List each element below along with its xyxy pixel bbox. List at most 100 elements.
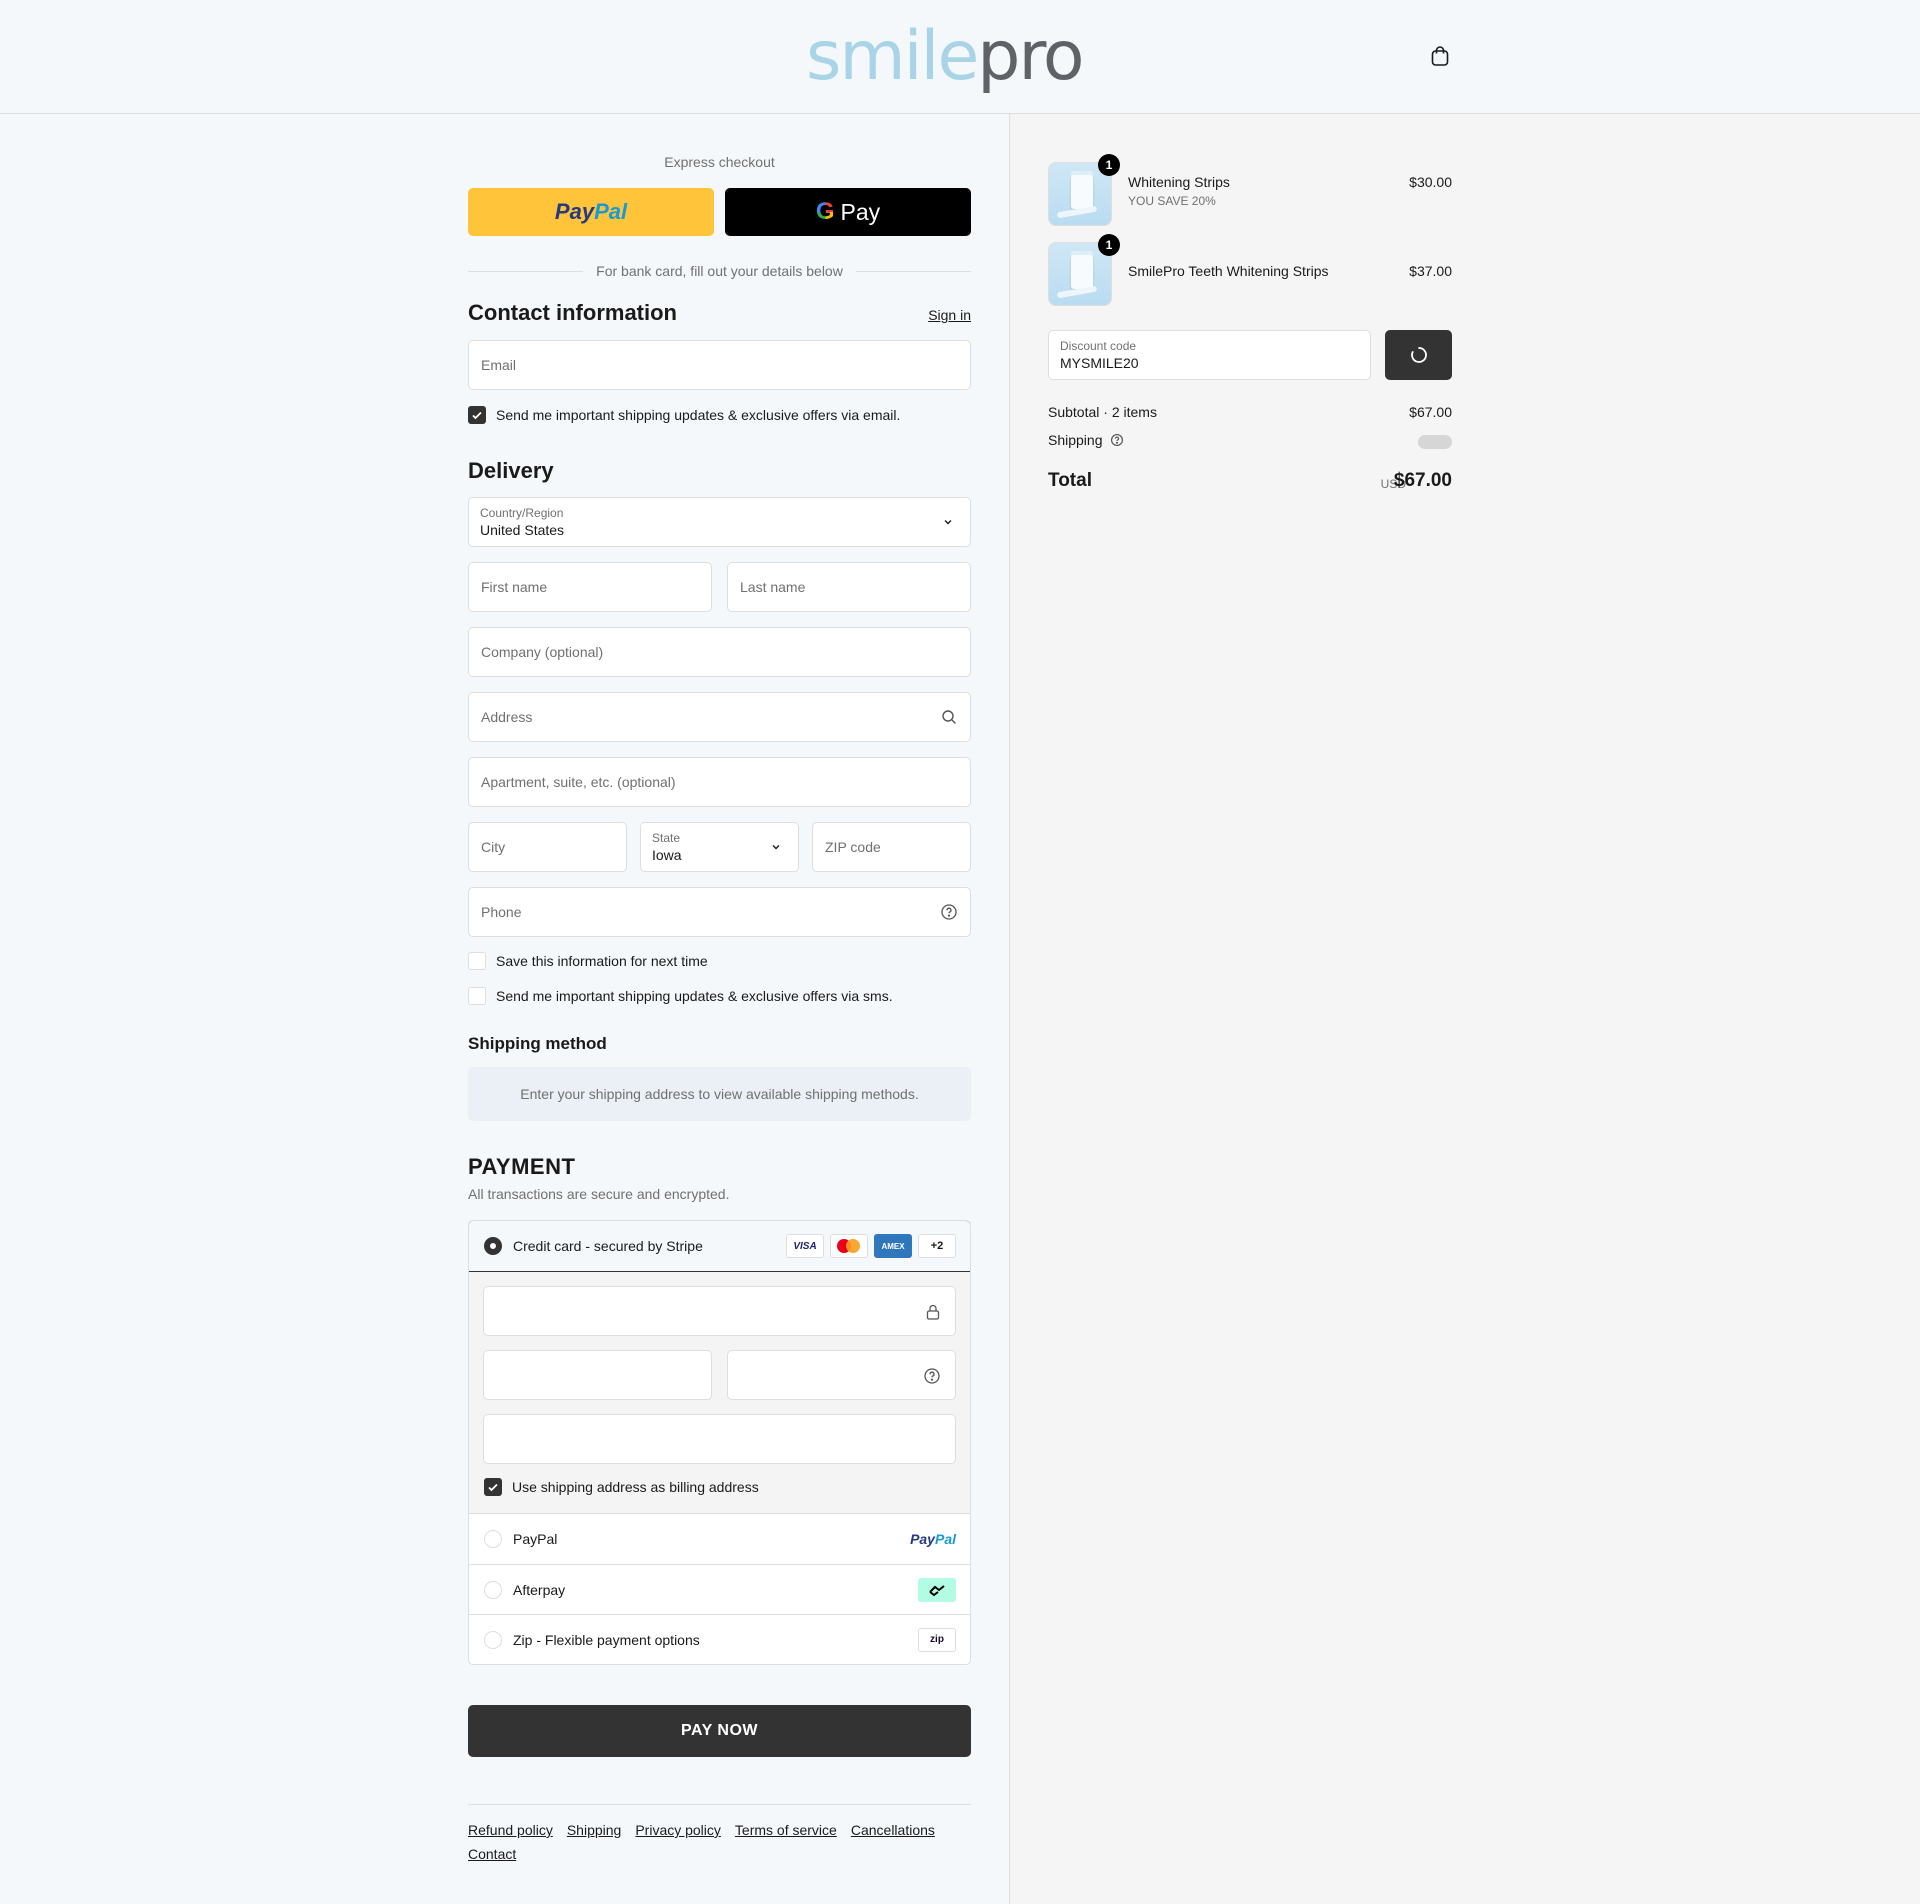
email-field[interactable]: Email [468,340,971,390]
email-optin-checkbox[interactable] [468,406,486,424]
credit-card-option[interactable]: Credit card - secured by Stripe VISA AME… [469,1221,970,1272]
shipping-loading-placeholder [1418,435,1452,449]
discount-value: MYSMILE20 [1060,355,1139,371]
order-item: 1 Whitening Strips YOU SAVE 20% $30.00 [1048,154,1452,226]
visa-icon: VISA [786,1234,824,1258]
state-select[interactable]: State Iowa [640,822,799,872]
item-price: $37.00 [1409,263,1452,279]
total-row: Total USD $67.00 [1048,470,1452,496]
sms-optin-checkbox[interactable] [468,987,486,1005]
paypal-option[interactable]: PayPal PayPal [469,1514,970,1564]
country-value: United States [480,522,565,538]
paypal-express-button[interactable]: Pay Pal [468,188,714,236]
contact-link[interactable]: Contact [468,1846,516,1862]
payment-heading: PAYMENT [468,1154,576,1179]
billing-same-label: Use shipping address as billing address [512,1479,759,1495]
payment-methods: Credit card - secured by Stripe VISA AME… [468,1220,971,1665]
sms-optin-row[interactable]: Send me important shipping updates & exc… [468,987,893,1005]
subtotal-value: $67.00 [1409,404,1452,420]
apartment-placeholder: Apartment, suite, etc. (optional) [481,774,676,790]
save-info-label: Save this information for next time [496,953,708,969]
card-number-field[interactable] [483,1286,956,1336]
help-circle-icon[interactable] [1110,433,1124,447]
payment-subtitle: All transactions are secure and encrypte… [468,1186,730,1202]
card-badges: VISA AMEX +2 [786,1234,956,1258]
paypal-radio[interactable] [484,1530,502,1548]
express-checkout-label: Express checkout [664,154,775,170]
cancellations-link[interactable]: Cancellations [851,1822,935,1838]
privacy-policy-link[interactable]: Privacy policy [635,1822,721,1838]
zip-option-label: Zip - Flexible payment options [513,1631,700,1648]
item-name: Whitening Strips [1128,174,1230,190]
paypal-option-label: PayPal [513,1531,558,1547]
credit-card-radio[interactable] [484,1237,502,1255]
google-g-icon: G [815,198,835,225]
gpay-text: Pay [840,198,881,225]
paypal-logo-icon: PayPal [910,1531,956,1547]
lock-icon [926,1304,940,1320]
billing-same-row[interactable]: Use shipping address as billing address [484,1478,759,1496]
total-value: $67.00 [1393,470,1452,491]
discount-code-field[interactable]: Discount code MYSMILE20 [1048,330,1371,380]
loading-spinner-icon [1410,347,1427,363]
logo-part-smile: smile [806,17,979,96]
shipping-link[interactable]: Shipping [567,1822,622,1838]
zip-logo-icon: zip [918,1627,956,1652]
apply-discount-button[interactable] [1385,330,1452,380]
apartment-field[interactable]: Apartment, suite, etc. (optional) [468,757,971,807]
smilepro-logo[interactable]: smilepro [806,12,1085,102]
company-field[interactable]: Company (optional) [468,627,971,677]
contact-heading: Contact information [468,300,677,325]
country-select[interactable]: Country/Region United States [468,497,971,547]
paypal-text-pay: Pay [554,199,595,224]
billing-same-checkbox[interactable] [484,1478,502,1496]
paypal-text-pal: Pal [594,199,628,224]
last-name-field[interactable]: Last name [727,562,971,612]
total-label: Total [1048,470,1092,491]
sign-in-link[interactable]: Sign in [928,307,971,323]
card-expiry-field[interactable] [483,1350,712,1400]
save-info-checkbox[interactable] [468,952,486,970]
quantity-badge: 1 [1098,154,1120,176]
quantity-badge: 1 [1098,234,1120,256]
chevron-down-icon [944,520,952,525]
order-item: 1 SmilePro Teeth Whitening Strips $37.00 [1048,234,1452,306]
help-circle-icon[interactable] [940,903,958,921]
last-name-placeholder: Last name [740,579,806,595]
card-cvc-field[interactable] [727,1350,956,1400]
email-placeholder: Email [481,357,517,373]
terms-of-service-link[interactable]: Terms of service [735,1822,837,1838]
afterpay-radio[interactable] [484,1580,502,1599]
checkmark-icon [472,411,482,420]
first-name-field[interactable]: First name [468,562,712,612]
item-name: SmilePro Teeth Whitening Strips [1128,263,1329,279]
address-field[interactable]: Address [468,692,971,742]
footer-links: Refund policy Shipping Privacy policy Te… [468,1822,971,1862]
refund-policy-link[interactable]: Refund policy [468,1822,553,1838]
address-placeholder: Address [481,709,533,725]
afterpay-option-label: Afterpay [513,1581,566,1598]
afterpay-option[interactable]: Afterpay [469,1564,970,1614]
subtotal-label: Subtotal · 2 items [1048,404,1157,420]
item-savings: YOU SAVE 20% [1128,194,1216,208]
save-info-row[interactable]: Save this information for next time [468,952,708,970]
zip-field[interactable]: ZIP code [812,822,971,872]
card-name-field[interactable] [483,1414,956,1464]
city-field[interactable]: City [468,822,627,872]
phone-field[interactable]: Phone [468,887,971,937]
help-circle-icon[interactable] [923,1367,941,1385]
amex-icon: AMEX [874,1234,912,1258]
first-name-placeholder: First name [481,579,548,595]
pay-now-button[interactable]: PAY NOW [468,1705,971,1757]
google-pay-button[interactable]: G Pay [725,188,971,236]
zip-option[interactable]: Zip - Flexible payment options zip [469,1614,970,1664]
email-optin-row[interactable]: Send me important shipping updates & exc… [468,406,900,424]
shipping-row: Shipping [1048,432,1452,449]
city-placeholder: City [481,839,506,855]
shipping-method-heading: Shipping method [468,1034,607,1053]
country-label: Country/Region [480,506,564,520]
card-details-area: Use shipping address as billing address [469,1272,970,1514]
zip-placeholder: ZIP code [825,839,881,855]
zip-radio[interactable] [484,1630,502,1649]
shopping-bag-icon[interactable] [1428,44,1452,68]
